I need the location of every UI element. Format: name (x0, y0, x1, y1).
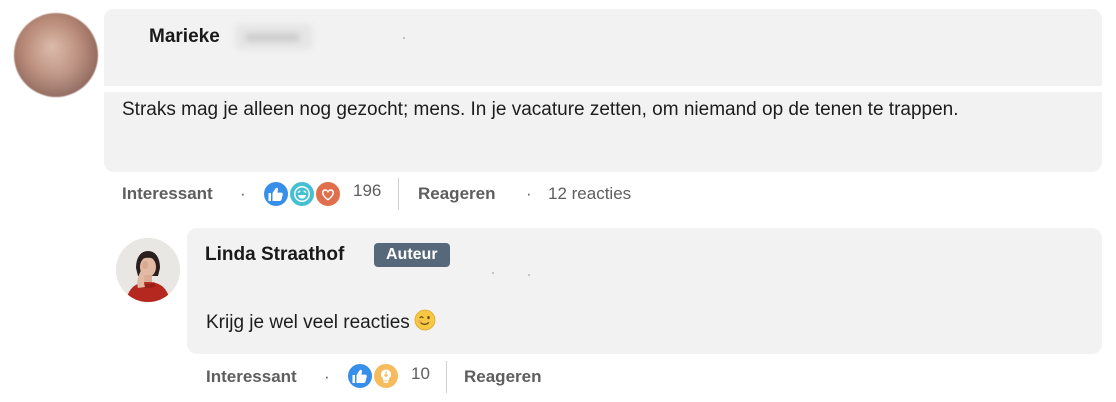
reaction-count[interactable]: 196 (353, 181, 381, 201)
separator-dot: · (526, 184, 532, 203)
comment-text: Krijg je wel veel reacties (206, 308, 1086, 341)
comment-text-body: Krijg je wel veel reacties (206, 312, 410, 333)
like-icon (262, 180, 290, 208)
laugh-icon (288, 180, 316, 208)
reaction-count[interactable]: 10 (411, 364, 430, 384)
insightful-icon (372, 362, 400, 390)
reactions-summary[interactable] (346, 362, 402, 392)
reactions-summary[interactable] (262, 180, 344, 210)
mark (528, 274, 530, 276)
divider (446, 361, 447, 393)
reply-button[interactable]: Reageren (464, 367, 541, 387)
like-button[interactable]: Interessant (206, 367, 297, 387)
author-badge: Auteur (374, 243, 450, 267)
mark (492, 272, 494, 274)
author-surname-redacted (235, 24, 313, 50)
separator-dot: · (324, 367, 330, 386)
reply-button[interactable]: Reageren (418, 184, 495, 204)
love-icon (314, 180, 342, 208)
wink-emoji-icon (414, 309, 436, 341)
mark (403, 37, 405, 39)
author-name[interactable]: Marieke (149, 26, 220, 48)
commenter-avatar[interactable] (116, 238, 180, 302)
comment-text: Straks mag je alleen nog gezocht; mens. … (122, 99, 959, 120)
author-name[interactable]: Linda Straathof (205, 244, 344, 266)
divider (398, 178, 399, 210)
commenter-avatar[interactable] (14, 13, 98, 97)
like-icon (346, 362, 374, 390)
like-button[interactable]: Interessant (122, 184, 213, 204)
separator-dot: · (240, 184, 246, 203)
replies-count[interactable]: 12 reacties (548, 184, 631, 204)
